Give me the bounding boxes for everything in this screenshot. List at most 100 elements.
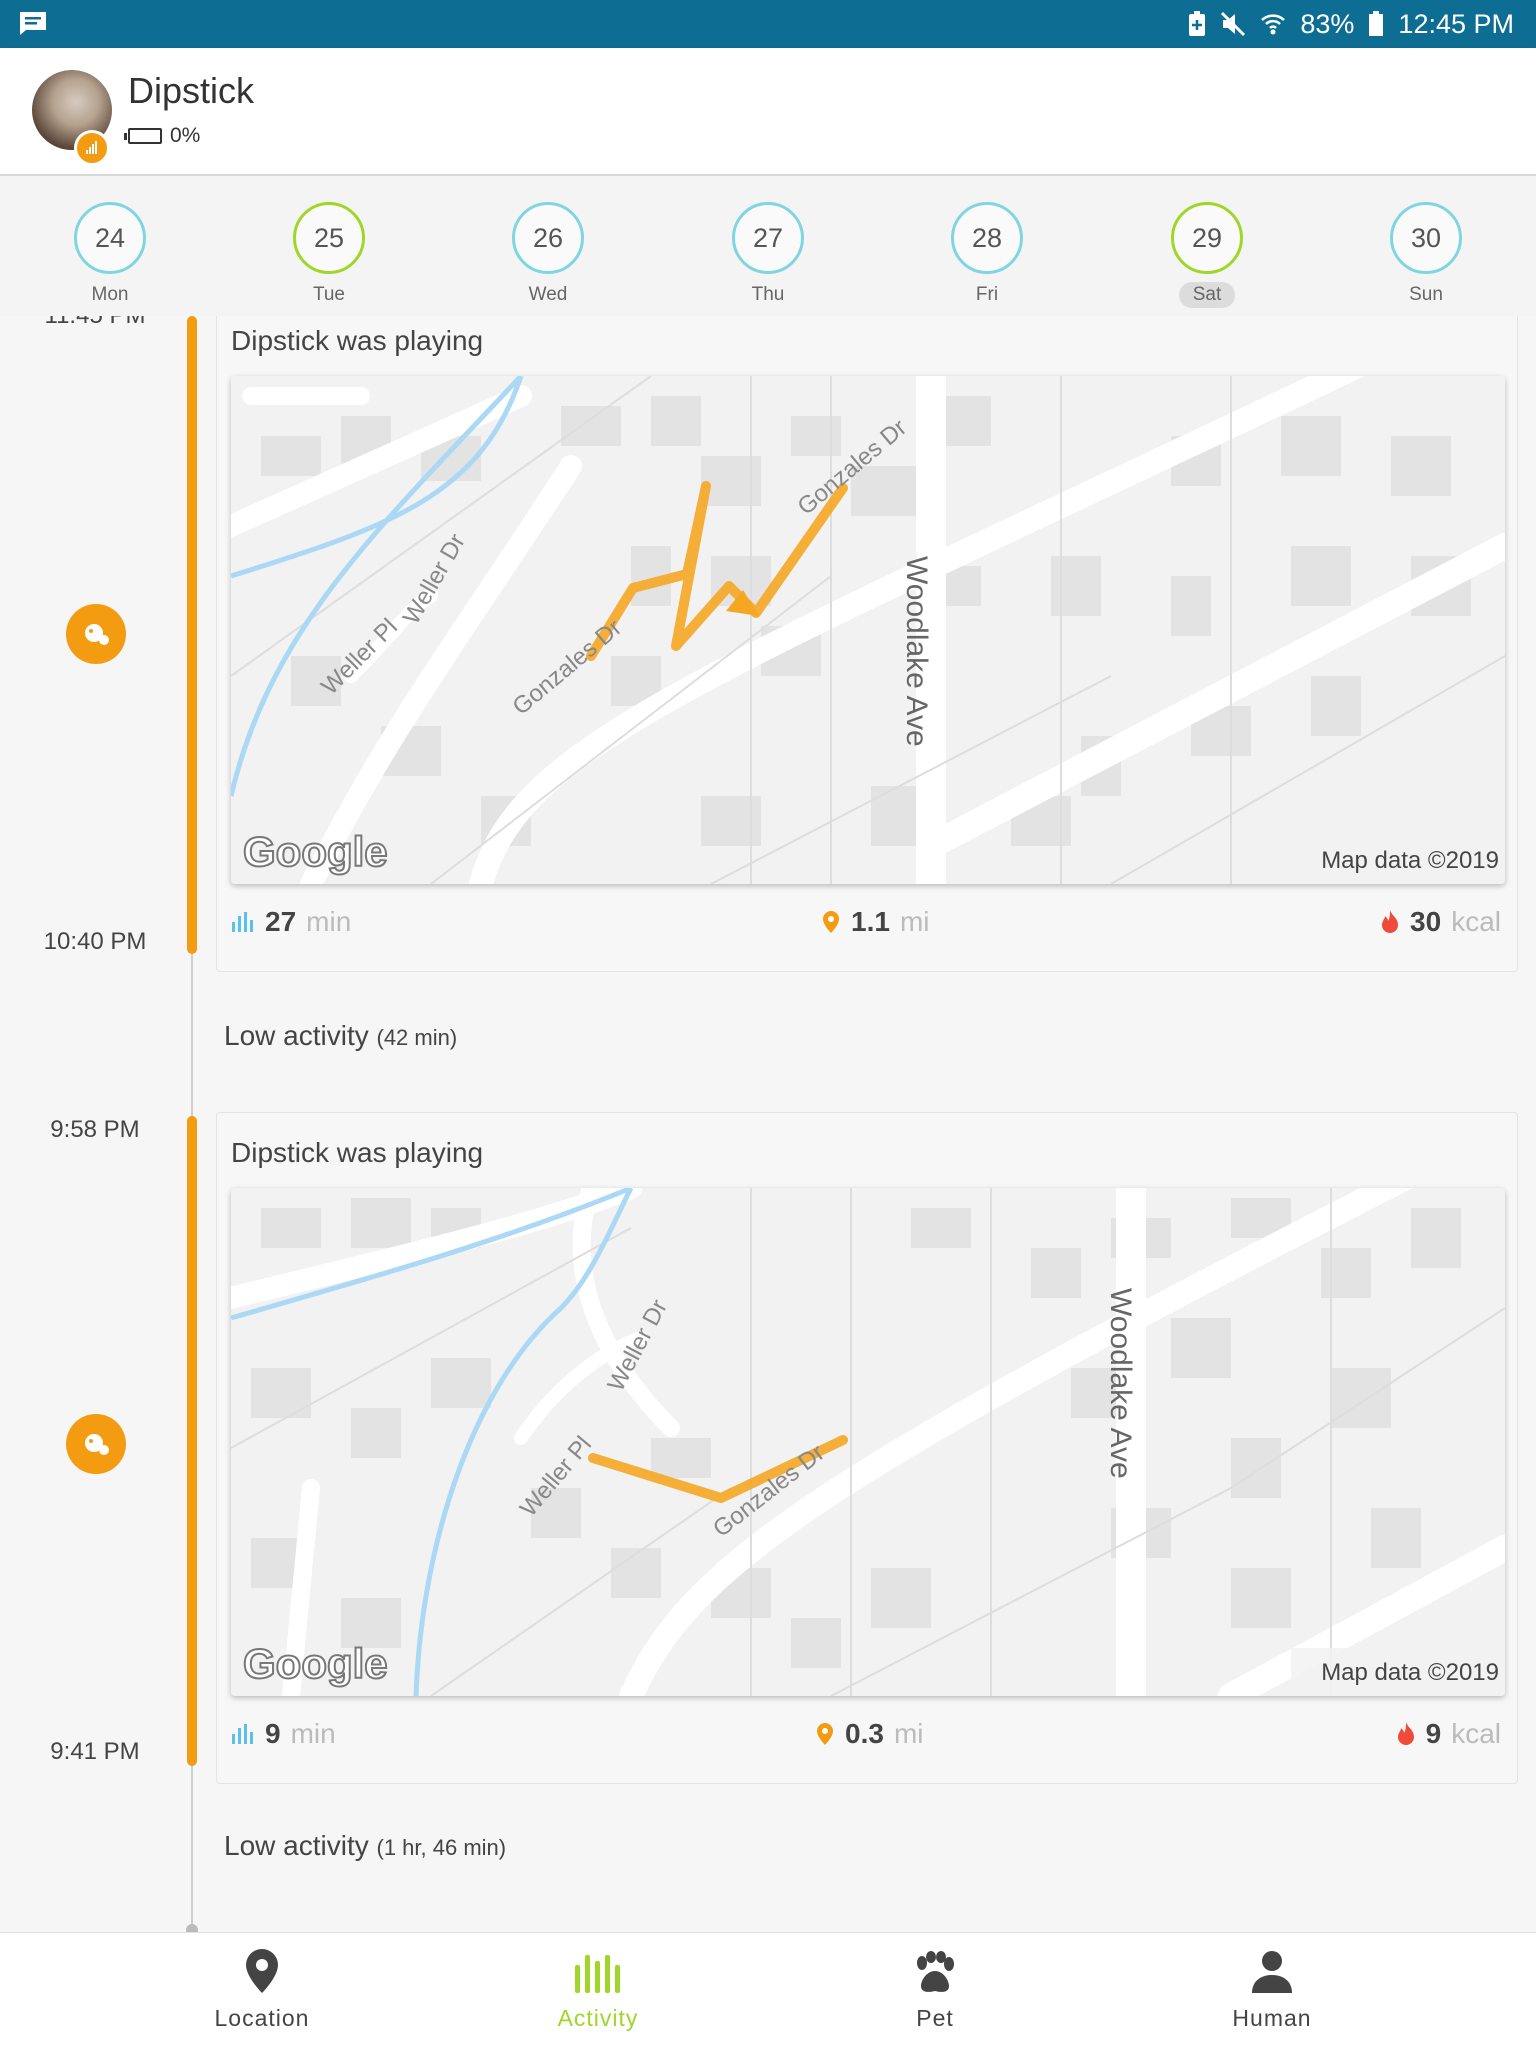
pet-header[interactable]: Dipstick 0% bbox=[0, 48, 1536, 176]
person-icon bbox=[1252, 1951, 1292, 1993]
wifi-icon bbox=[1261, 14, 1286, 35]
day-28[interactable]: 28 Fri bbox=[927, 202, 1047, 308]
activity-bars-icon bbox=[232, 1724, 253, 1744]
low-activity-row[interactable]: Low activity (1 hr, 46 min) bbox=[224, 1830, 506, 1862]
day-selector: 24 Mon 25 Tue 26 Wed 27 Thu 28 Fri 29 Sa… bbox=[0, 176, 1536, 316]
play-event-icon bbox=[66, 1414, 126, 1474]
day-ring: 26 bbox=[512, 202, 584, 274]
location-pin-icon bbox=[817, 1723, 833, 1745]
calories-unit: kcal bbox=[1451, 1718, 1501, 1749]
event-start-time: 11:45 PM bbox=[0, 316, 190, 330]
timeline-active-segment bbox=[187, 316, 197, 954]
calories-stat: 30 kcal bbox=[1380, 906, 1501, 938]
google-logo: Google bbox=[243, 828, 388, 875]
day-ring: 29 bbox=[1171, 202, 1243, 274]
day-label: Sun bbox=[1409, 284, 1443, 305]
day-26[interactable]: 26 Wed bbox=[488, 202, 608, 308]
duration-value: 27 bbox=[265, 906, 297, 937]
flame-icon bbox=[1397, 1722, 1414, 1745]
distance-value: 0.3 bbox=[845, 1718, 884, 1749]
nav-location[interactable]: Location bbox=[162, 1933, 362, 2032]
activity-map[interactable]: Gonzales Dr Gonzales Dr Weller Dr Weller… bbox=[231, 376, 1505, 884]
activity-card-title: Dipstick was playing bbox=[231, 325, 484, 356]
battery-percent: 83% bbox=[1300, 8, 1355, 39]
message-notification-icon bbox=[20, 12, 46, 35]
location-pin-icon bbox=[823, 911, 839, 933]
calories-value: 9 bbox=[1425, 1718, 1442, 1749]
day-label: Mon bbox=[91, 284, 129, 305]
activity-timeline[interactable]: 11:45 PM 10:40 PM Dipstick was playing bbox=[0, 316, 1536, 1932]
low-activity-duration: (1 hr, 46 min) bbox=[376, 1835, 507, 1860]
bottom-navigation: Location Activity Pet Human bbox=[0, 1932, 1536, 2048]
nav-human[interactable]: Human bbox=[1172, 1933, 1372, 2032]
activity-card-title: Dipstick was playing bbox=[231, 1137, 484, 1168]
activity-bars-icon bbox=[575, 1955, 620, 1993]
play-event-icon bbox=[66, 604, 126, 664]
day-ring: 27 bbox=[732, 202, 804, 274]
activity-card[interactable]: Dipstick was playing bbox=[216, 316, 1518, 972]
day-ring: 28 bbox=[951, 202, 1023, 274]
duration-stat: 27 min bbox=[231, 906, 351, 938]
battery-empty-icon bbox=[124, 128, 162, 144]
location-pin-icon bbox=[246, 1949, 278, 1993]
map-street-label: Woodlake Ave bbox=[900, 556, 933, 747]
day-27[interactable]: 27 Thu bbox=[708, 202, 828, 308]
day-30[interactable]: 30 Sun bbox=[1366, 202, 1486, 308]
nav-label: Pet bbox=[916, 2005, 954, 2031]
activity-bars-icon bbox=[232, 912, 253, 932]
battery-icon bbox=[1369, 11, 1384, 36]
signal-badge-icon bbox=[74, 130, 110, 166]
low-activity-label: Low activity bbox=[224, 1830, 369, 1861]
calories-stat: 9 kcal bbox=[1396, 1718, 1501, 1750]
duration-stat: 9 min bbox=[231, 1718, 336, 1750]
activity-map[interactable]: Weller Dr Weller Pl Gonzales Dr Woodlake… bbox=[231, 1188, 1505, 1696]
map-street-label: Woodlake Ave bbox=[1104, 1288, 1137, 1479]
low-activity-label: Low activity bbox=[224, 1020, 369, 1051]
day-label: Fri bbox=[975, 284, 999, 305]
nav-pet[interactable]: Pet bbox=[835, 1933, 1035, 2032]
clock: 12:45 PM bbox=[1398, 8, 1514, 39]
flame-icon bbox=[1382, 910, 1399, 933]
activity-card[interactable]: Dipstick was playing bbox=[216, 1112, 1518, 1784]
day-label: Thu bbox=[751, 284, 785, 305]
map-credit: Map data ©2019 bbox=[1321, 847, 1499, 874]
timeline-marker bbox=[186, 1924, 198, 1932]
nav-label: Human bbox=[1232, 2005, 1312, 2031]
duration-unit: min bbox=[306, 906, 352, 937]
low-activity-duration: (42 min) bbox=[376, 1025, 458, 1050]
nav-label: Location bbox=[214, 2005, 310, 2031]
distance-unit: mi bbox=[899, 906, 930, 937]
google-logo: Google bbox=[243, 1640, 388, 1687]
distance-stat: 1.1 mi bbox=[821, 906, 929, 938]
distance-stat: 0.3 mi bbox=[815, 1718, 923, 1750]
day-29[interactable]: 29 Sat bbox=[1147, 202, 1267, 308]
event-start-time: 9:58 PM bbox=[50, 1116, 140, 1143]
battery-saver-icon bbox=[1189, 11, 1206, 36]
distance-value: 1.1 bbox=[851, 906, 890, 937]
pet-name: Dipstick bbox=[128, 70, 255, 111]
calories-unit: kcal bbox=[1451, 906, 1501, 937]
day-label: Tue bbox=[312, 284, 346, 305]
duration-value: 9 bbox=[265, 1718, 281, 1749]
nav-label: Activity bbox=[557, 2005, 639, 2031]
distance-unit: mi bbox=[893, 1718, 924, 1749]
duration-unit: min bbox=[290, 1718, 336, 1749]
day-ring: 30 bbox=[1390, 202, 1462, 274]
day-25[interactable]: 25 Tue bbox=[269, 202, 389, 308]
nav-activity[interactable]: Activity bbox=[498, 1933, 698, 2032]
low-activity-row[interactable]: Low activity (42 min) bbox=[224, 1020, 457, 1052]
tracker-battery: 0% bbox=[124, 124, 201, 148]
status-bar: 83% 12:45 PM bbox=[0, 0, 1536, 48]
day-ring: 24 bbox=[74, 202, 146, 274]
event-end-time: 9:41 PM bbox=[50, 1738, 140, 1765]
mute-icon bbox=[1221, 11, 1246, 37]
day-label-selected: Sat bbox=[1178, 282, 1236, 308]
day-label: Wed bbox=[528, 284, 568, 305]
calories-value: 30 bbox=[1410, 906, 1442, 937]
day-24[interactable]: 24 Mon bbox=[50, 202, 170, 308]
day-ring: 25 bbox=[293, 202, 365, 274]
event-end-time: 10:40 PM bbox=[43, 928, 147, 955]
tracker-battery-value: 0% bbox=[170, 124, 201, 147]
paw-icon bbox=[917, 1951, 954, 1992]
timeline-active-segment bbox=[187, 1116, 197, 1766]
